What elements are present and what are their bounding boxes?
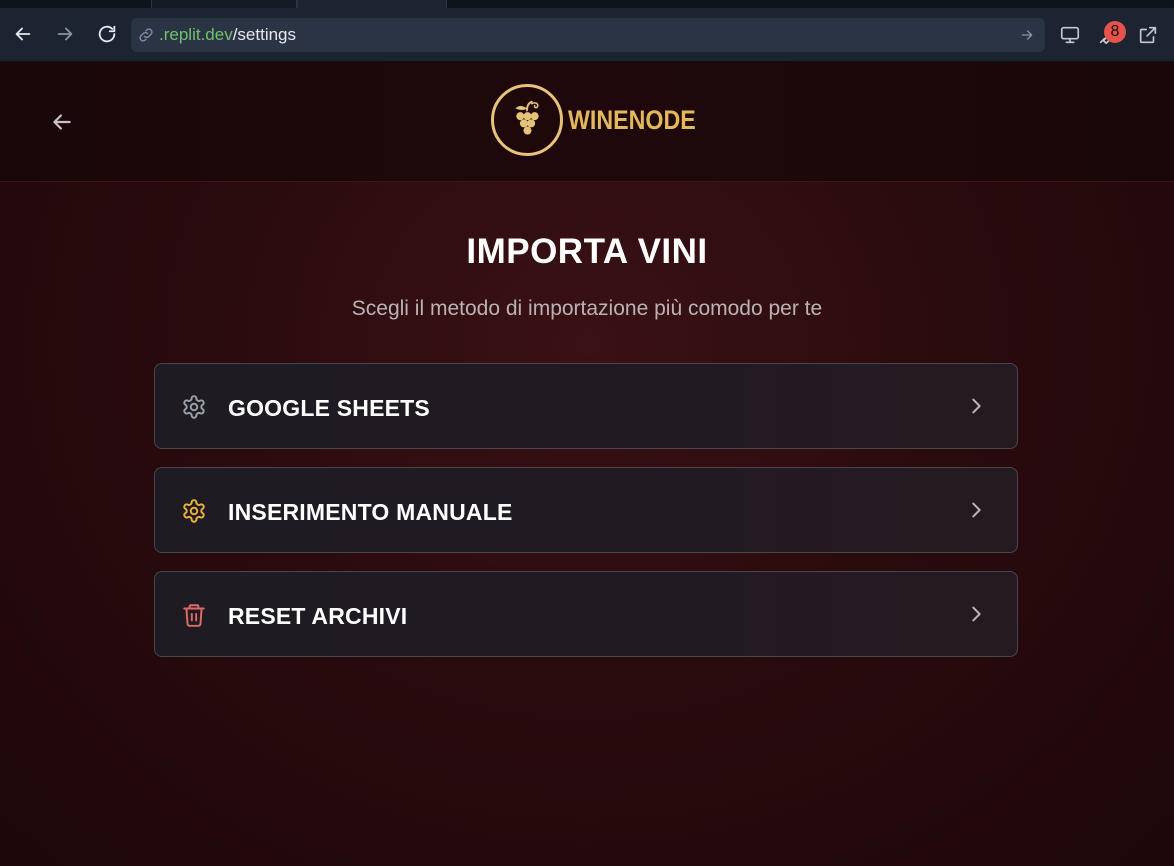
chevron-right-icon	[965, 499, 987, 521]
browser-tab[interactable]	[151, 0, 297, 8]
url-text: .replit.dev/settings	[159, 26, 296, 44]
option-label: RESET ARCHIVI	[228, 603, 408, 629]
external-link-icon[interactable]	[1136, 23, 1160, 47]
logo-text: WINENODE	[568, 104, 696, 135]
forward-arrow-icon[interactable]	[52, 21, 78, 47]
option-reset-archivi[interactable]: RESET ARCHIVI	[154, 571, 1018, 657]
url-path: /settings	[232, 25, 297, 44]
chevron-right-icon	[965, 395, 987, 417]
app-page: WINENODE IMPORTA VINI Scegli il metodo d…	[0, 62, 1174, 866]
url-host: .replit.dev	[159, 25, 233, 44]
back-button[interactable]	[48, 108, 76, 136]
reload-icon[interactable]	[94, 21, 120, 47]
arrow-left-icon	[53, 114, 71, 130]
gear-icon	[181, 394, 207, 420]
tab-strip	[0, 0, 1174, 8]
option-inserimento-manuale[interactable]: INSERIMENTO MANUALE	[154, 467, 1018, 553]
notification-badge: 8	[1104, 21, 1126, 43]
monitor-icon[interactable]	[1058, 23, 1082, 47]
chevron-right-icon	[965, 603, 987, 625]
go-arrow-icon[interactable]	[1019, 27, 1035, 43]
browser-toolbar: .replit.dev/settings 8	[0, 8, 1174, 62]
grapes-logo-icon	[491, 84, 563, 156]
back-arrow-icon[interactable]	[10, 21, 36, 47]
page-subtitle: Scegli il metodo di importazione più com…	[351, 297, 823, 320]
gear-icon	[181, 498, 207, 524]
option-label: GOOGLE SHEETS	[228, 395, 430, 421]
page-title: IMPORTA VINI	[466, 232, 708, 271]
option-label: INSERIMENTO MANUALE	[228, 499, 513, 525]
link-icon	[139, 28, 153, 42]
app-header: WINENODE	[0, 62, 1174, 182]
browser-tab-active[interactable]	[297, 0, 447, 8]
trash-icon	[181, 602, 207, 628]
option-google-sheets[interactable]: GOOGLE SHEETS	[154, 363, 1018, 449]
logo: WINENODE	[491, 83, 717, 157]
address-bar[interactable]: .replit.dev/settings	[131, 18, 1045, 52]
